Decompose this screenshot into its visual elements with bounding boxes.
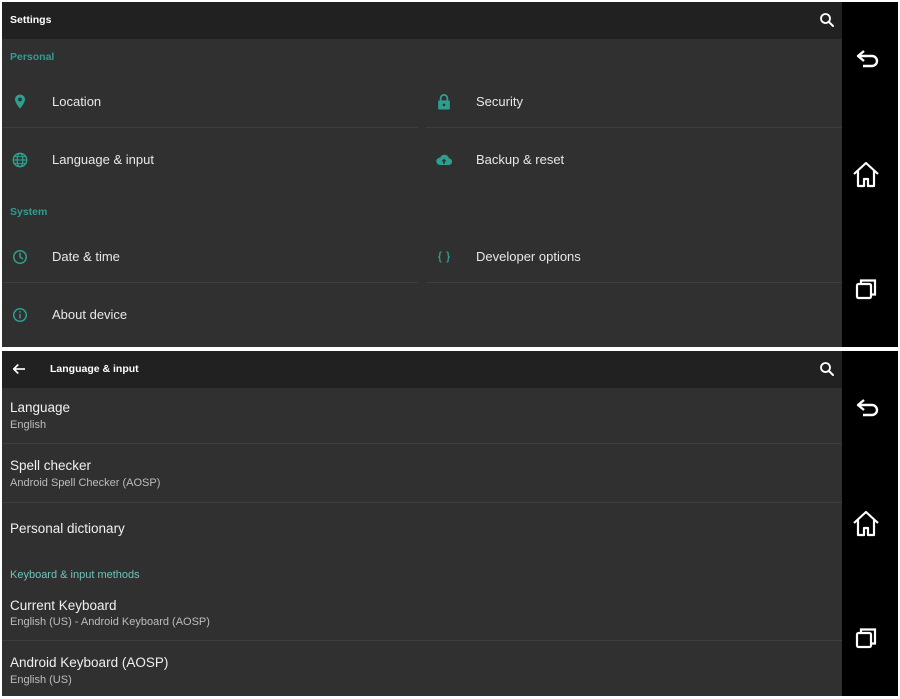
settings-screenshot: Settings Personal Location Security Lang…: [2, 2, 898, 347]
personal-dictionary-row[interactable]: Personal dictionary: [2, 504, 842, 554]
language-row[interactable]: Language English: [2, 388, 842, 444]
settings-item-label: Language & input: [52, 152, 154, 167]
settings-item-security[interactable]: Security: [426, 78, 842, 128]
nav-home-icon[interactable]: [849, 507, 883, 541]
nav-recents-icon[interactable]: [849, 621, 883, 655]
settings-item-label: Location: [52, 94, 102, 109]
search-icon[interactable]: [818, 11, 836, 29]
settings-item-label: Date & time: [52, 249, 120, 264]
braces-icon: [438, 251, 450, 263]
settings-item-label: About device: [52, 307, 128, 322]
system-navigation-bar: [844, 2, 898, 347]
spell-checker-title: Spell checker: [10, 458, 92, 473]
android-keyboard-value: English (US): [10, 674, 72, 686]
language-input-action-bar: Language & input: [2, 351, 842, 388]
arrow-back-icon[interactable]: [10, 360, 28, 378]
spell-checker-value: Android Spell Checker (AOSP): [10, 477, 161, 489]
settings-item-label: Backup & reset: [476, 152, 565, 167]
settings-title: Settings: [10, 14, 52, 26]
nav-recents-icon[interactable]: [849, 272, 883, 306]
language-input-screen: Language & input Language English Spell …: [2, 351, 842, 696]
settings-item-backup-reset[interactable]: Backup & reset: [426, 136, 842, 186]
settings-item-date-time[interactable]: Date & time: [2, 233, 418, 283]
clock-icon: [13, 250, 27, 264]
nav-home-icon[interactable]: [849, 158, 883, 192]
language-input-screenshot: Language & input Language English Spell …: [2, 351, 898, 696]
keyboard-category-header: Keyboard & input methods: [10, 569, 140, 581]
system-category-header: System: [10, 206, 48, 218]
language-input-title: Language & input: [50, 363, 139, 375]
info-icon: [13, 308, 27, 322]
lock-icon: [438, 94, 450, 110]
android-keyboard-title: Android Keyboard (AOSP): [10, 655, 169, 670]
language-title: Language: [10, 400, 71, 415]
settings-item-location[interactable]: Location: [2, 78, 418, 128]
current-keyboard-row[interactable]: Current Keyboard English (US) - Android …: [2, 587, 842, 641]
nav-back-icon[interactable]: [849, 44, 883, 78]
settings-screen: Settings Personal Location Security Lang…: [2, 2, 842, 347]
cloud-upload-icon: [436, 154, 453, 166]
spell-checker-row[interactable]: Spell checker Android Spell Checker (AOS…: [2, 445, 842, 503]
settings-item-label: Security: [476, 94, 523, 109]
current-keyboard-title: Current Keyboard: [10, 598, 117, 613]
nav-back-icon[interactable]: [849, 393, 883, 427]
system-navigation-bar: [844, 351, 898, 696]
settings-action-bar: Settings: [2, 2, 842, 39]
android-keyboard-row[interactable]: Android Keyboard (AOSP) English (US): [2, 642, 842, 696]
personal-dictionary-title: Personal dictionary: [10, 521, 125, 536]
settings-item-about-device[interactable]: About device: [2, 291, 418, 341]
location-pin-icon: [15, 94, 25, 109]
settings-item-language-input[interactable]: Language & input: [2, 136, 418, 186]
settings-item-label: Developer options: [476, 249, 581, 264]
globe-icon: [12, 152, 28, 168]
settings-item-developer-options[interactable]: Developer options: [426, 233, 842, 283]
language-value: English: [10, 419, 47, 431]
search-icon[interactable]: [818, 360, 836, 378]
personal-category-header: Personal: [10, 51, 55, 63]
current-keyboard-value: English (US) - Android Keyboard (AOSP): [10, 616, 210, 628]
